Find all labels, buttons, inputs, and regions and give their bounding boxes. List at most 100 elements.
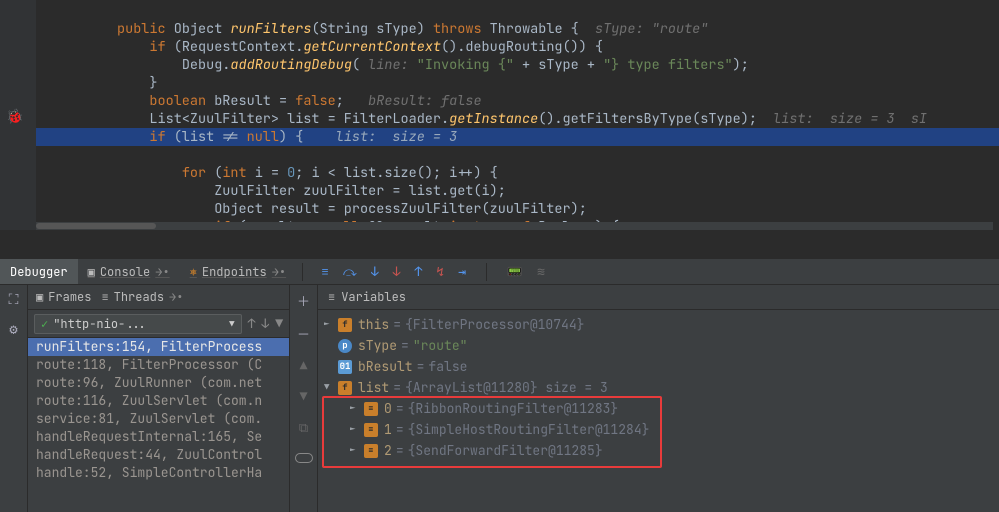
kw: public (117, 20, 166, 38)
code: (String sType) (311, 20, 424, 38)
code: List<ZuulFilter> list = FilterLoader. (149, 110, 449, 128)
bool-badge-icon: 01 (338, 360, 352, 374)
code: int (222, 164, 246, 182)
editor-gutter: 🐞 (0, 0, 36, 230)
frame-row[interactable]: handleRequestInternal:165, Se (28, 428, 289, 446)
pin-icon: →• (169, 289, 183, 305)
code: getInstance (449, 110, 538, 128)
inlay-hint: sType: "route" (595, 20, 708, 38)
code: ( (206, 164, 222, 182)
code: i = (247, 164, 288, 182)
inlay-hint: list: size = 3 sI (773, 110, 927, 128)
code: ( (352, 56, 360, 74)
debug-panel: Debugger ▣Console→• ⎈Endpoints→• ≡ ⤼ ↓ ↓… (0, 258, 999, 512)
code: throws (433, 20, 482, 38)
field-badge-icon: f (338, 318, 352, 332)
code: bResult = (206, 92, 295, 110)
force-step-into-icon[interactable]: ↓ (393, 263, 401, 281)
debug-left-strip: ⛶ ⚙ (0, 285, 28, 512)
frame-row[interactable]: handleRequest:44, ZuulControl (28, 446, 289, 464)
new-watch-icon[interactable]: ＋ (297, 291, 310, 310)
expand-icon[interactable]: ► (324, 314, 334, 335)
eq: = (417, 356, 425, 377)
frame-row[interactable]: service:81, ZuulServlet (com. (28, 410, 289, 428)
code: Throwable { (490, 20, 579, 38)
show-exec-point-icon[interactable]: ≡ (321, 263, 329, 281)
debug-toolbar: ≡ ⤼ ↓ ↓ ↑ ↯ ⇥ 📟 ≋ (309, 263, 545, 281)
chevron-down-icon: ▼ (229, 318, 234, 330)
var-row[interactable]: p sType = "route" (324, 335, 993, 356)
frames-header: ▣Frames ≡Threads→• (28, 285, 289, 310)
step-over-icon[interactable]: ⤼ (343, 263, 357, 281)
var-value: {FilterProcessor@10744} (405, 314, 584, 335)
frame-row[interactable]: route:116, ZuulServlet (com.n (28, 392, 289, 410)
variables-tree[interactable]: ► f this = {FilterProcessor@10744} p sTy… (318, 310, 999, 512)
code: false (295, 92, 336, 110)
code: if (149, 38, 165, 56)
tab-endpoints[interactable]: ⎈Endpoints→• (180, 259, 296, 284)
code: boolean (149, 92, 206, 110)
var-row[interactable]: ▼ f list = {ArrayList@11280} size = 3 (324, 377, 993, 398)
endpoints-icon: ⎈ (190, 264, 197, 280)
code: ) { (279, 128, 303, 146)
frames-icon: ▣ (36, 289, 43, 305)
code: ; i < list.size(); i++) { (295, 164, 498, 182)
tab-debugger[interactable]: Debugger (0, 259, 78, 284)
trace-icon[interactable]: ≋ (537, 263, 545, 281)
frame-row[interactable]: runFilters:154, FilterProcess (28, 338, 289, 356)
remove-watch-icon[interactable]: － (297, 324, 310, 343)
code: runFilters (230, 20, 311, 38)
prev-frame-icon[interactable]: ↑ (248, 315, 256, 332)
tab-label: Console (100, 264, 150, 280)
filter-icon[interactable]: ▼ (275, 315, 283, 332)
var-name: sType (358, 335, 397, 356)
code: ); (733, 56, 749, 74)
code: ().debugRouting()) { (441, 38, 603, 56)
collapse-icon[interactable]: ▼ (324, 377, 334, 398)
horizontal-scrollbar[interactable] (36, 222, 993, 230)
thread-selector[interactable]: ✓ "http-nio-... ▼ (34, 314, 242, 334)
step-into-icon[interactable]: ↓ (371, 263, 379, 281)
separator (302, 263, 303, 281)
evaluate-icon[interactable]: 📟 (507, 263, 523, 281)
tab-console[interactable]: ▣Console→• (78, 259, 180, 284)
var-value: {ArrayList@11280} size = 3 (405, 377, 608, 398)
variables-pane: ≡ Variables ► f this = {FilterProcessor@… (318, 285, 999, 512)
separator (486, 263, 487, 281)
var-row[interactable]: ► f this = {FilterProcessor@10744} (324, 314, 993, 335)
eq: = (401, 335, 409, 356)
drop-frame-icon[interactable]: ↯ (436, 263, 444, 281)
code: + sType + (514, 56, 603, 74)
code-area[interactable]: public Object runFilters(String sType) t… (36, 0, 999, 230)
var-row[interactable]: 01 bResult = false (324, 356, 993, 377)
copy-icon[interactable]: ⧉ (299, 419, 308, 436)
label: Variables (341, 289, 406, 305)
code-editor[interactable]: 🐞 public Object runFilters(String sType)… (0, 0, 999, 230)
code: ZuulFilter zuulFilter = list.get(i); (214, 182, 506, 200)
up-icon[interactable]: ▲ (300, 357, 308, 374)
code: } (149, 74, 157, 92)
run-to-cursor-icon[interactable]: ⇥ (458, 263, 466, 281)
frames-pane: ▣Frames ≡Threads→• ✓ "http-nio-... ▼ ↑ ↓… (28, 285, 290, 512)
breakpoint-icon[interactable]: 🐞 (6, 108, 23, 126)
glasses-icon[interactable] (295, 450, 313, 467)
highlight-box (322, 396, 662, 468)
code: null (247, 128, 279, 146)
next-frame-icon[interactable]: ↓ (261, 315, 269, 332)
inlay-hint: list: size = 3 (336, 128, 458, 146)
frames-tab[interactable]: ▣Frames (36, 289, 91, 305)
down-icon[interactable]: ▼ (300, 388, 308, 405)
vars-toolbar-strip: ＋ － ▲ ▼ ⧉ (290, 285, 318, 512)
threads-tab[interactable]: ≡Threads→• (101, 289, 183, 305)
frames-list[interactable]: runFilters:154, FilterProcess route:118,… (28, 338, 289, 512)
restore-layout-icon[interactable]: ⛶ (9, 291, 19, 309)
eq: = (393, 314, 401, 335)
code: addRoutingDebug (230, 56, 352, 74)
frame-row[interactable]: route:96, ZuulRunner (com.net (28, 374, 289, 392)
frame-row[interactable]: handle:52, SimpleControllerHa (28, 464, 289, 482)
settings-icon[interactable]: ⚙ (9, 321, 17, 339)
step-out-icon[interactable]: ↑ (414, 263, 422, 281)
frame-row[interactable]: route:118, FilterProcessor (C (28, 356, 289, 374)
code: ; (336, 92, 344, 110)
field-badge-icon: f (338, 381, 352, 395)
